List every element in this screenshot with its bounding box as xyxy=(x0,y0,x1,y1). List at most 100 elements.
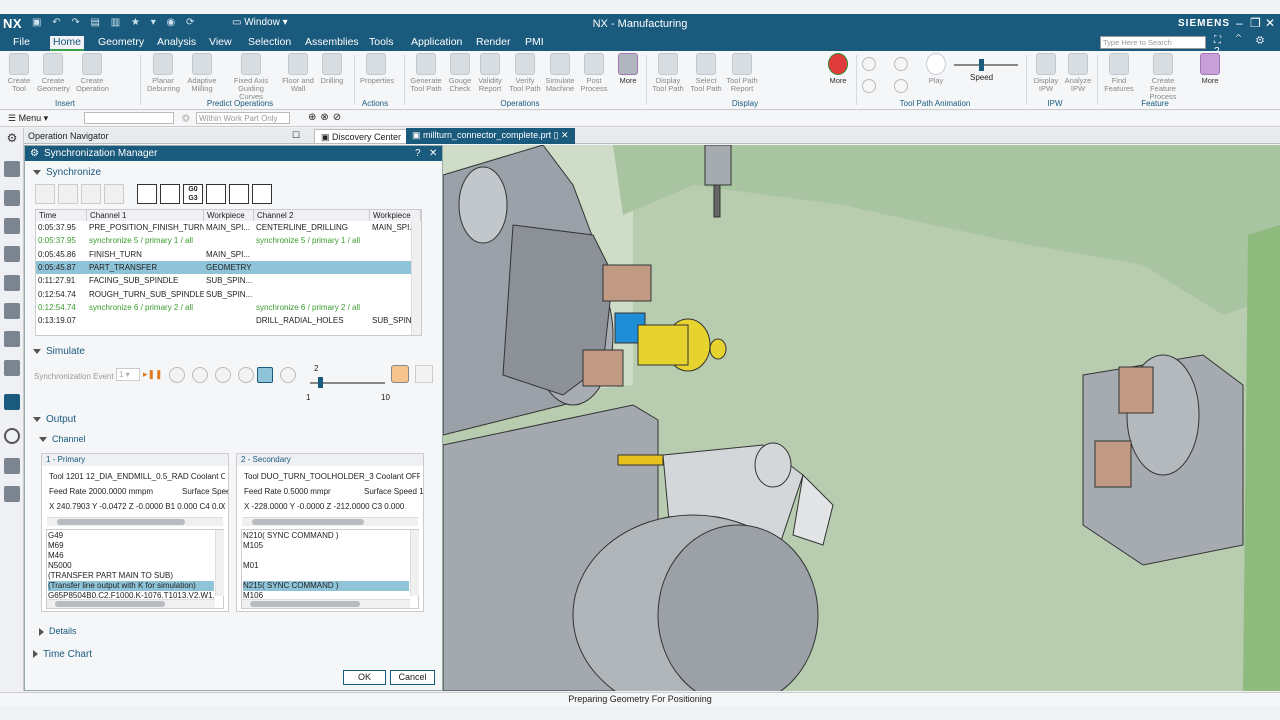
tool-library-icon[interactable] xyxy=(4,458,20,474)
display-ipw-button[interactable]: Display IPW xyxy=(1030,53,1062,93)
table-scrollbar[interactable] xyxy=(411,221,421,335)
align-start-icon[interactable] xyxy=(137,184,157,204)
output-section-header[interactable]: Output xyxy=(33,414,76,425)
ok-button[interactable]: OK xyxy=(343,670,386,685)
gouge-check-button[interactable]: Gouge Check xyxy=(444,53,476,93)
adaptive-milling-button[interactable]: Adaptive Milling xyxy=(186,53,218,93)
globe-icon[interactable] xyxy=(4,394,20,410)
navigator-pin-icon[interactable]: ☐ xyxy=(292,130,300,141)
search-icon[interactable]: ⌕ xyxy=(1194,36,1200,47)
align-end-icon[interactable] xyxy=(160,184,180,204)
feature-navigator-icon[interactable] xyxy=(4,275,20,291)
type-filter-select[interactable] xyxy=(84,112,174,124)
floor-and-wall-button[interactable]: Floor and Wall xyxy=(282,53,314,93)
find-features-button[interactable]: Find Features xyxy=(1103,53,1135,93)
table-row[interactable]: 0:05:45.87 PART_TRANSFER GEOMETRY xyxy=(36,260,421,274)
drilling-button[interactable]: Drilling xyxy=(316,53,348,85)
step-back-icon[interactable] xyxy=(862,79,876,93)
code-line[interactable]: N5000 xyxy=(48,561,214,571)
machine-icon[interactable] xyxy=(4,486,20,502)
code-line[interactable]: G49 xyxy=(48,531,214,541)
g03-code-icon[interactable]: G0 G3 xyxy=(183,184,203,204)
column-header-time[interactable]: Time xyxy=(36,210,87,221)
tab-discovery-center[interactable]: ▣ Discovery Center xyxy=(314,129,409,144)
synchronization-table[interactable]: Time Channel 1 Workpiece Channel 2 Workp… xyxy=(35,209,422,336)
column-header-channel1[interactable]: Channel 1 xyxy=(87,210,204,221)
planar-deburring-button[interactable]: Planar Deburring xyxy=(147,53,180,93)
code-line[interactable]: M105 xyxy=(243,541,409,551)
validity-report-button[interactable]: Validity Report xyxy=(474,53,506,93)
tab-analysis[interactable]: Analysis xyxy=(154,36,199,48)
properties-button[interactable]: Properties xyxy=(360,53,394,85)
filter-icon[interactable]: ⏣ xyxy=(182,113,190,124)
speed-slider-track[interactable] xyxy=(954,64,1018,66)
table-row[interactable]: 0:13:19.07 DRILL_RADIAL_HOLES SUB_SPIN... xyxy=(36,314,421,327)
simulation-slider-thumb[interactable] xyxy=(318,377,323,388)
channel-settings-icon[interactable] xyxy=(252,184,272,204)
tab-file[interactable]: File xyxy=(10,36,33,48)
code-line[interactable]: N215( SYNC COMMAND ) xyxy=(243,581,409,591)
machine-tool-navigator-icon[interactable] xyxy=(4,246,20,262)
table-row[interactable]: 0:05:37.95 synchronize 5 / primary 1 / al… xyxy=(36,234,421,247)
tab-view[interactable]: View xyxy=(206,36,235,48)
tab-assemblies[interactable]: Assemblies xyxy=(302,36,362,48)
details-section-header[interactable]: Details xyxy=(39,626,77,636)
more-feature-button[interactable]: More xyxy=(1194,53,1226,85)
step-forward-icon[interactable] xyxy=(894,79,908,93)
post-process-button[interactable]: Post Process xyxy=(578,53,610,93)
create-feature-process-button[interactable]: Create Feature Process xyxy=(1140,53,1186,101)
create-geometry-button[interactable]: Create Geometry xyxy=(37,53,70,93)
stop-icon[interactable] xyxy=(894,57,908,71)
table-row[interactable]: 0:12:54.74 ROUGH_TURN_SUB_SPINDLE SUB_SPIN… xyxy=(36,288,421,301)
collision-check-icon[interactable] xyxy=(391,365,409,383)
scroll-thumb[interactable] xyxy=(55,601,165,607)
assembly-navigator-icon[interactable] xyxy=(4,190,20,206)
tool-path-report-button[interactable]: Tool Path Report xyxy=(726,53,758,93)
more-operations-button[interactable]: More xyxy=(612,53,644,85)
verify-tool-path-button[interactable]: Verify Tool Path xyxy=(509,53,541,93)
reuse-library-icon[interactable] xyxy=(4,303,20,319)
close-window-icon[interactable]: ✕ xyxy=(1265,16,1275,30)
fixed-axis-guiding-curves-button[interactable]: Fixed Axis Guiding Curves xyxy=(226,53,276,101)
column-header-workpiece1[interactable]: Workpiece xyxy=(204,210,254,221)
stop-button-icon[interactable] xyxy=(257,367,273,383)
create-tool-button[interactable]: Create Tool xyxy=(3,53,35,93)
speed-slider-thumb[interactable] xyxy=(979,59,984,71)
primary-code-hscrollbar[interactable] xyxy=(47,599,215,608)
column-header-workpiece2[interactable]: Workpiece xyxy=(370,210,421,221)
simulation-slider[interactable] xyxy=(310,377,385,388)
scroll-thumb[interactable] xyxy=(57,519,185,525)
cancel-button[interactable]: Cancel xyxy=(390,670,435,685)
roles-icon[interactable] xyxy=(4,331,20,347)
dialog-close-icon[interactable]: ✕ xyxy=(429,146,437,161)
tab-selection[interactable]: Selection xyxy=(245,36,294,48)
sync-remove-icon[interactable] xyxy=(81,184,101,204)
sync-add-icon[interactable] xyxy=(35,184,55,204)
column-header-channel2[interactable]: Channel 2 xyxy=(254,210,370,221)
dialog-help-icon[interactable]: ? xyxy=(415,146,421,161)
analyze-ipw-button[interactable]: Analyze IPW xyxy=(1062,53,1094,93)
display-tool-path-button[interactable]: Display Tool Path xyxy=(652,53,684,93)
sync-event-select[interactable]: 1 ▾ xyxy=(116,368,140,381)
table-row[interactable]: 0:05:45.86 FINISH_TURN MAIN_SPI... xyxy=(36,248,421,261)
minimize-icon[interactable]: – xyxy=(1236,16,1243,30)
menu-button[interactable]: ☰ Menu ▾ xyxy=(8,113,48,124)
dialog-gear-icon[interactable]: ⚙ xyxy=(30,146,39,161)
secondary-info-scrollbar[interactable] xyxy=(242,517,418,526)
tab-render[interactable]: Render xyxy=(473,36,513,48)
table-row[interactable]: 0:12:54.74 synchronize 6 / primary 2 / al… xyxy=(36,301,421,314)
simulate-machine-button[interactable]: Simulate Machine xyxy=(544,53,576,93)
snap-icons[interactable]: ⊕⊗⊘ xyxy=(308,112,345,123)
search-input[interactable]: Type Here to Search xyxy=(1100,36,1206,49)
fast-forward-icon[interactable] xyxy=(238,367,254,383)
tab-pmi[interactable]: PMI xyxy=(522,36,547,48)
code-line[interactable]: M46 xyxy=(48,551,214,561)
primary-code-scrollbar[interactable] xyxy=(215,530,224,596)
scope-filter-select[interactable]: Within Work Part Only xyxy=(196,112,290,124)
simulate-settings-icon[interactable] xyxy=(415,365,433,383)
previous-frame-icon[interactable] xyxy=(862,57,876,71)
secondary-code-scrollbar[interactable] xyxy=(410,530,419,596)
web-browser-icon[interactable] xyxy=(4,360,20,376)
tab-application[interactable]: Application xyxy=(408,36,465,48)
code-line[interactable]: M01 xyxy=(243,561,409,571)
